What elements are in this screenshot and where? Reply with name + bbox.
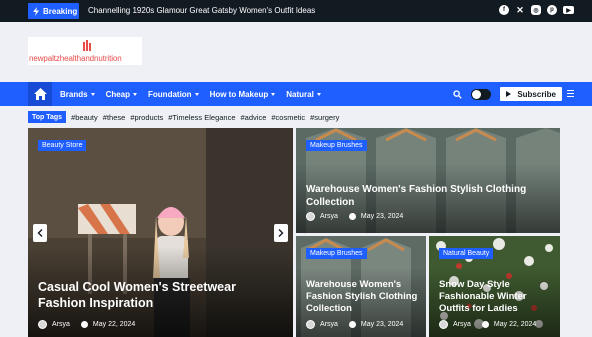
search-icon[interactable] xyxy=(453,89,463,99)
subscribe-label: Subscribe xyxy=(517,89,556,99)
facebook-icon[interactable]: f xyxy=(499,5,509,15)
nav-item-label: Cheap xyxy=(105,89,131,99)
chevron-down-icon xyxy=(90,92,95,96)
subscribe-button[interactable]: Subscribe xyxy=(500,87,562,101)
social-links: f ✕ ◎ p ▶ xyxy=(499,5,574,15)
featured-slider-card[interactable]: Beauty Store Casual Cool Women's Streetw… xyxy=(28,128,293,337)
post-title[interactable]: Warehouse Women's Fashion Stylish Clothi… xyxy=(306,184,546,209)
tag-link[interactable]: #products xyxy=(130,113,163,122)
category-badge[interactable]: Natural Beauty xyxy=(439,248,494,259)
avatar xyxy=(38,320,47,329)
dark-mode-toggle[interactable] xyxy=(471,88,492,100)
slider-next-button[interactable] xyxy=(274,224,288,242)
post-title[interactable]: Casual Cool Women's Streetwear Fashion I… xyxy=(38,280,278,311)
nav-item-label: Natural xyxy=(286,89,314,99)
pinterest-icon[interactable]: p xyxy=(547,5,557,15)
post-card[interactable]: Makeup Brushes Warehouse Women's Fashion… xyxy=(296,236,426,337)
home-icon xyxy=(33,88,47,100)
post-meta: Arsya May 22, 2024 xyxy=(38,320,135,329)
main-nav: Brands Cheap Foundation How to Makeup Na… xyxy=(0,82,592,106)
post-title[interactable]: Snow Day Style Fashionable Winter Outfit… xyxy=(439,279,551,315)
post-card[interactable]: Natural Beauty Snow Day Style Fashionabl… xyxy=(429,236,560,337)
top-bar: Breaking Channelling 1920s Glamour Great… xyxy=(0,0,592,22)
post-card[interactable]: Makeup Brushes Warehouse Women's Fashion… xyxy=(296,128,560,233)
nav-actions: Subscribe xyxy=(453,82,562,106)
category-badge[interactable]: Makeup Brushes xyxy=(306,248,367,259)
lightning-icon xyxy=(33,6,39,16)
nav-item-brands[interactable]: Brands xyxy=(60,90,95,99)
nav-item-natural[interactable]: Natural xyxy=(286,90,321,99)
slider-prev-button[interactable] xyxy=(33,224,47,242)
post-author[interactable]: Arsya xyxy=(320,213,338,220)
youtube-icon[interactable]: ▶ xyxy=(563,6,574,14)
nav-item-how-to-makeup[interactable]: How to Makeup xyxy=(210,90,276,99)
nav-item-label: How to Makeup xyxy=(209,89,269,99)
clock-icon xyxy=(481,321,489,328)
play-icon xyxy=(506,91,512,97)
post-meta: Arsya May 23, 2024 xyxy=(306,320,403,329)
post-date: May 22, 2024 xyxy=(92,321,136,328)
site-logo[interactable]: newpaltzhealthandnutrition xyxy=(28,37,142,65)
nav-item-label: Foundation xyxy=(148,89,192,99)
post-date: May 23, 2024 xyxy=(360,321,404,328)
tag-link[interactable]: #surgery xyxy=(310,113,339,122)
nav-item-foundation[interactable]: Foundation xyxy=(148,90,199,99)
nav-menu: Brands Cheap Foundation How to Makeup Na… xyxy=(60,82,321,106)
post-meta: Arsya May 23, 2024 xyxy=(306,212,403,221)
post-author[interactable]: Arsya xyxy=(52,321,70,328)
avatar xyxy=(439,320,448,329)
post-date: May 23, 2024 xyxy=(360,213,404,220)
breaking-label: Breaking xyxy=(43,6,78,16)
post-date: May 22, 2024 xyxy=(493,321,537,328)
chevron-left-icon xyxy=(37,229,43,237)
chevron-down-icon xyxy=(271,92,276,96)
chevron-right-icon xyxy=(278,229,284,237)
clock-icon xyxy=(348,213,356,220)
clock-icon xyxy=(348,321,356,328)
breaking-badge: Breaking xyxy=(28,3,79,19)
tag-link[interactable]: #Timeless Elegance xyxy=(168,113,235,122)
logo-text: newpaltzhealthandnutrition xyxy=(29,54,122,63)
top-tags-label: Top Tags xyxy=(28,111,67,123)
home-button[interactable] xyxy=(28,82,52,106)
post-author[interactable]: Arsya xyxy=(320,321,338,328)
tag-link[interactable]: #these xyxy=(103,113,126,122)
chevron-down-icon xyxy=(133,92,138,96)
category-badge[interactable]: Makeup Brushes xyxy=(306,140,367,151)
nav-item-cheap[interactable]: Cheap xyxy=(105,89,138,99)
logo-mark-icon xyxy=(83,40,91,51)
avatar xyxy=(306,212,315,221)
chevron-down-icon xyxy=(194,92,199,96)
post-title[interactable]: Warehouse Women's Fashion Stylish Clothi… xyxy=(306,279,418,315)
x-icon[interactable]: ✕ xyxy=(515,5,525,15)
avatar xyxy=(306,320,315,329)
menu-icon[interactable] xyxy=(567,90,574,99)
top-tags-bar: Top Tags #beauty #these #products #Timel… xyxy=(28,111,339,123)
category-badge[interactable]: Beauty Store xyxy=(38,140,87,151)
nav-item-label: Brands xyxy=(60,89,88,99)
tag-link[interactable]: #cosmetic xyxy=(271,113,305,122)
post-author[interactable]: Arsya xyxy=(453,321,471,328)
chevron-down-icon xyxy=(316,92,321,96)
post-meta: Arsya May 22, 2024 xyxy=(439,320,536,329)
clock-icon xyxy=(80,321,88,328)
ticker-headline-link[interactable]: Channelling 1920s Glamour Great Gatsby W… xyxy=(88,6,315,15)
toggle-knob xyxy=(472,89,482,99)
tag-link[interactable]: #beauty xyxy=(71,113,98,122)
tag-link[interactable]: #advice xyxy=(241,113,267,122)
instagram-icon[interactable]: ◎ xyxy=(531,5,541,15)
